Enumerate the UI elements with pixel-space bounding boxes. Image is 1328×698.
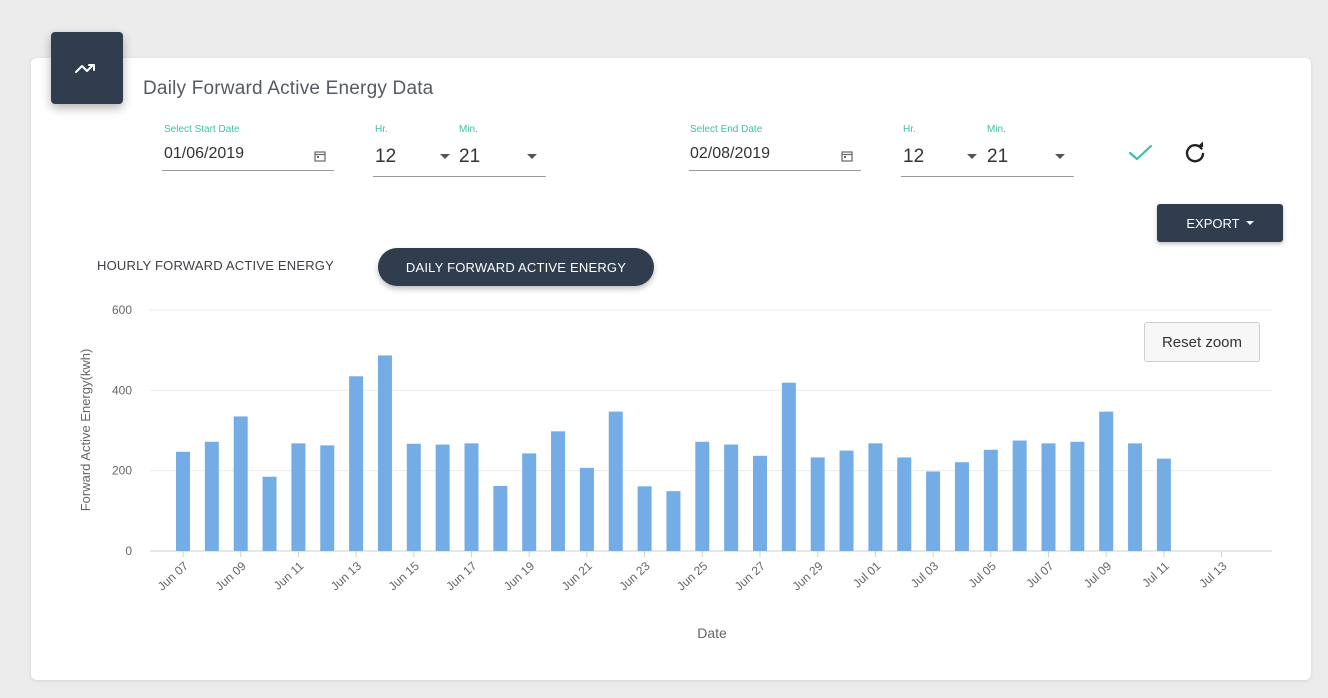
bar[interactable] — [781, 382, 796, 551]
bar[interactable] — [464, 443, 479, 551]
bar[interactable] — [1041, 443, 1056, 551]
x-tick-label: Jul 13 — [1196, 559, 1229, 591]
bar[interactable] — [608, 411, 623, 551]
x-tick-label: Jun 15 — [386, 559, 422, 594]
x-tick-label: Jun 13 — [328, 559, 364, 594]
bar[interactable] — [1099, 411, 1114, 551]
bar[interactable] — [954, 462, 969, 551]
bar[interactable] — [839, 450, 854, 551]
x-tick-label: Jul 05 — [966, 559, 999, 591]
x-tick-label: Jun 23 — [616, 559, 652, 594]
bar[interactable] — [233, 416, 248, 551]
x-tick-label: Jul 07 — [1023, 559, 1056, 591]
y-tick-label: 0 — [125, 544, 132, 558]
bar-chart: 0 200 400 600 Jun 07 Jun 09 Jun 11 Jun 13 Jun 15… — [78, 303, 1272, 641]
x-tick-label: Jun 19 — [501, 559, 537, 594]
y-tick-label: 200 — [112, 464, 132, 478]
x-tick-label: Jul 09 — [1081, 559, 1114, 591]
bar[interactable] — [983, 449, 998, 551]
bar[interactable] — [695, 441, 710, 551]
bar[interactable] — [724, 444, 739, 551]
bar[interactable] — [1070, 441, 1085, 551]
x-tick-label: Jun 25 — [674, 559, 710, 594]
x-axis-title: Date — [697, 625, 727, 641]
bar[interactable] — [897, 457, 912, 551]
bar[interactable] — [349, 376, 364, 551]
bar[interactable] — [522, 453, 537, 551]
x-tick-label: Jun 07 — [155, 559, 191, 594]
bar[interactable] — [377, 355, 392, 551]
y-tick-label: 600 — [112, 303, 132, 317]
bar[interactable] — [666, 491, 681, 551]
bar[interactable] — [810, 457, 825, 551]
bar[interactable] — [1012, 440, 1027, 551]
x-tick-label: Jun 17 — [443, 559, 479, 594]
bar[interactable] — [551, 431, 566, 551]
bar[interactable] — [1128, 443, 1143, 551]
bar[interactable] — [291, 443, 306, 551]
bar[interactable] — [406, 443, 421, 551]
x-tick-label: Jul 03 — [908, 559, 941, 591]
x-tick-label: Jun 09 — [213, 559, 249, 594]
bar[interactable] — [204, 441, 219, 551]
bar[interactable] — [320, 445, 335, 551]
bar[interactable] — [579, 467, 594, 551]
bar[interactable] — [926, 471, 941, 551]
bar[interactable] — [262, 476, 277, 551]
x-tick-label: Jul 01 — [850, 559, 883, 591]
bar[interactable] — [753, 455, 767, 551]
x-tick-label: Jun 29 — [790, 559, 826, 594]
y-tick-label: 400 — [112, 383, 132, 397]
reset-zoom-button[interactable]: Reset zoom — [1144, 322, 1260, 362]
bar[interactable] — [1156, 458, 1171, 551]
x-tick-label: Jul 11 — [1139, 559, 1172, 590]
bar[interactable] — [435, 444, 450, 551]
x-tick-label: Jun 11 — [271, 559, 307, 593]
bar[interactable] — [637, 486, 652, 551]
x-tick-label: Jun 27 — [732, 559, 768, 594]
bar[interactable] — [493, 485, 508, 551]
bar[interactable] — [176, 451, 190, 551]
bar[interactable] — [868, 443, 883, 551]
y-axis-title: Forward Active Energy(kwh) — [78, 349, 93, 512]
x-tick-label: Jun 21 — [559, 559, 595, 594]
